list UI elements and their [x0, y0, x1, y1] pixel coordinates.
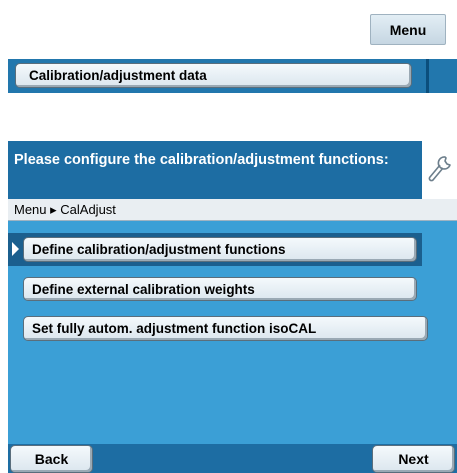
menu-button[interactable]: Menu — [370, 14, 446, 45]
top-strip-divider — [426, 59, 429, 93]
back-button[interactable]: Back — [10, 445, 93, 473]
next-button[interactable]: Next — [372, 445, 455, 473]
define-external-weights-button[interactable]: Define external calibration weights — [23, 277, 417, 301]
panel-header: Please configure the calibration/adjustm… — [8, 141, 457, 199]
selection-arrow-icon — [12, 242, 19, 256]
set-isocal-button[interactable]: Set fully autom. adjustment function iso… — [23, 316, 428, 341]
wrench-button[interactable] — [422, 141, 457, 199]
page-title: Please configure the calibration/adjustm… — [14, 152, 389, 168]
calibration-panel: Please configure the calibration/adjustm… — [8, 141, 457, 473]
breadcrumb: Menu ▸ CalAdjust — [8, 199, 457, 221]
calibration-data-button[interactable]: Calibration/adjustment data — [15, 63, 412, 88]
define-calibration-functions-button[interactable]: Define calibration/adjustment functions — [23, 237, 417, 262]
wrench-icon — [427, 154, 453, 187]
